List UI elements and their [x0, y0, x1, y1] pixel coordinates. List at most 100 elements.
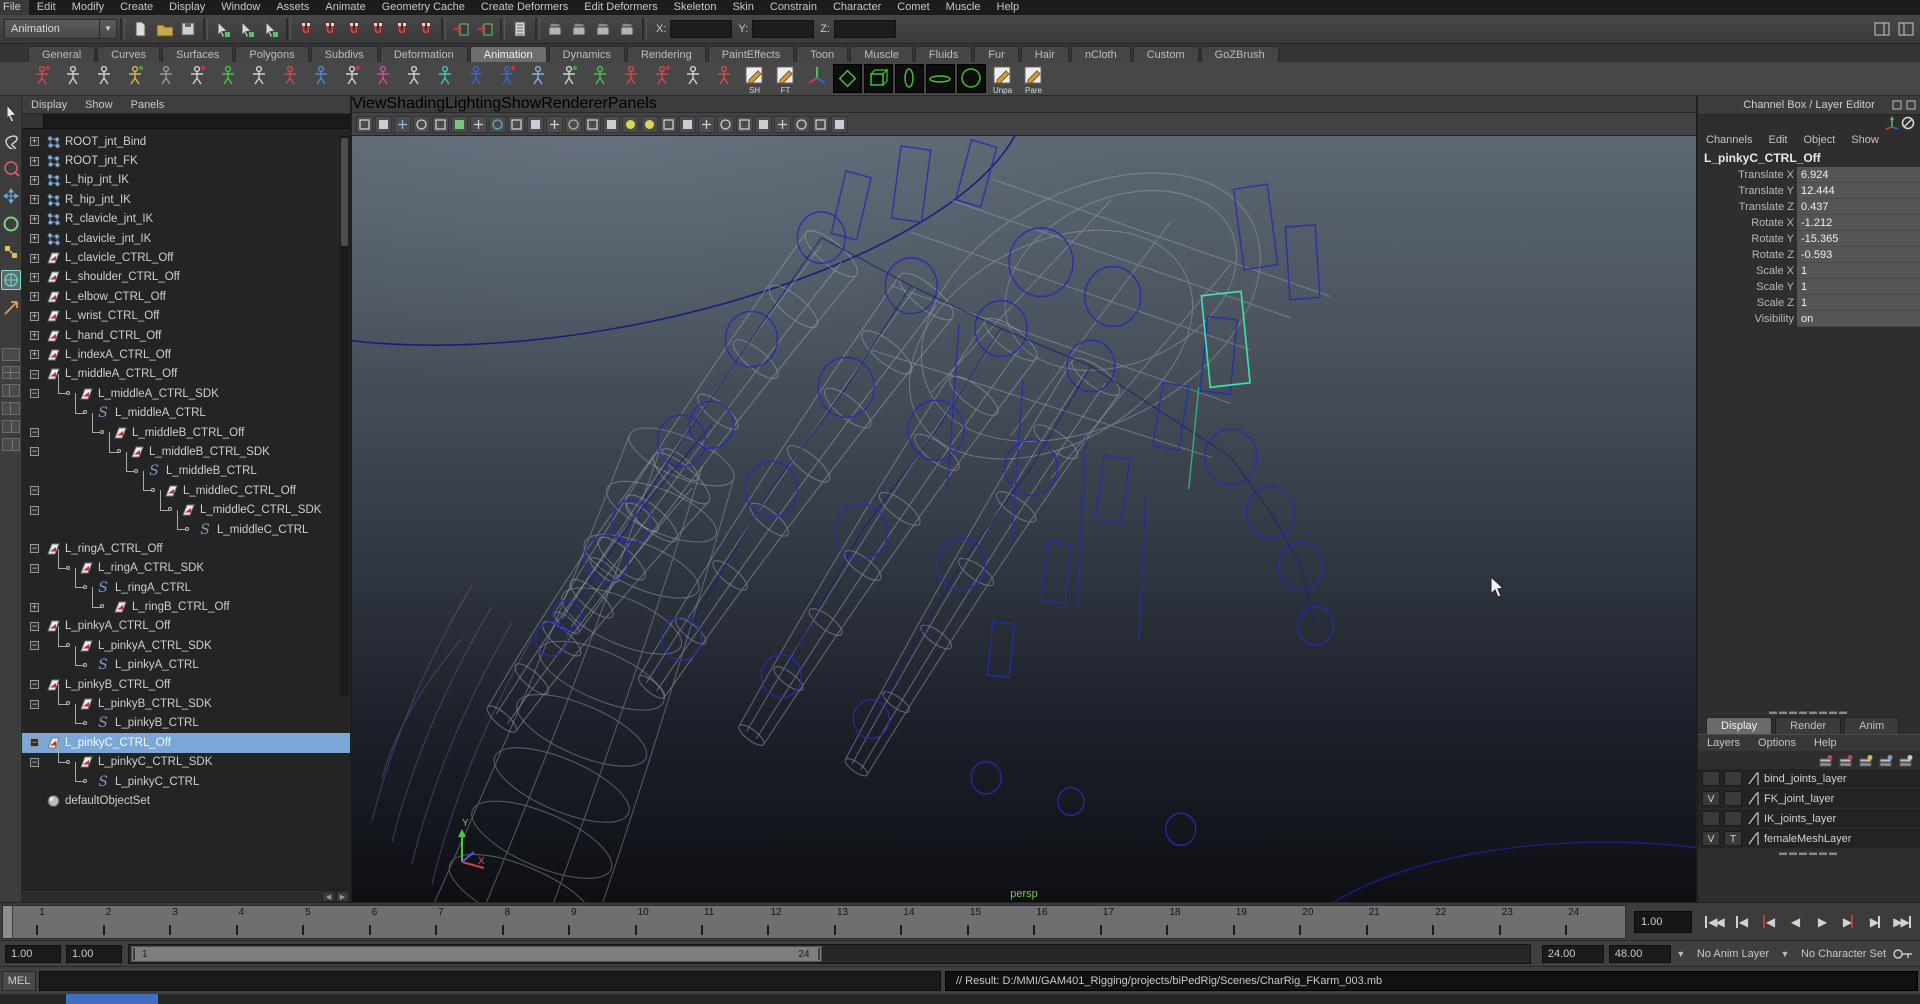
attribute-value[interactable]: -0.593 [1797, 247, 1920, 263]
character-set-dropdown-icon[interactable]: ▼ [1775, 949, 1795, 959]
viewport-canvas[interactable]: persp Y X [352, 136, 1696, 902]
grease-pencil-icon[interactable] [470, 116, 487, 133]
viewport-menu-shading[interactable]: Shading [386, 95, 445, 113]
play-backwards-button[interactable]: ◀ [1781, 909, 1808, 935]
range-slider-bar[interactable]: 1 24 [131, 946, 822, 962]
shelf-item-14[interactable] [429, 63, 460, 96]
outliner-item[interactable]: +R_clavicle_jnt_IK [22, 210, 350, 229]
outliner-item[interactable]: −L_middleC_CTRL_SDK [22, 500, 350, 519]
shelf-item-15[interactable] [460, 63, 491, 96]
output-connections-icon[interactable] [474, 18, 496, 40]
motion-blur-icon[interactable] [698, 116, 715, 133]
scale-tool[interactable] [1, 242, 21, 262]
expand-toggle[interactable]: − [30, 370, 39, 379]
layer-editor-menu-layers[interactable]: Layers [1698, 737, 1749, 749]
lock-camera-icon[interactable] [375, 116, 392, 133]
shelf-tab-custom[interactable]: Custom [1133, 46, 1199, 62]
shelf-item-1[interactable] [26, 63, 57, 96]
outliner-item[interactable]: −L_middleA_CTRL_Off [22, 365, 350, 384]
step-forward-key-button[interactable]: ▶ [1835, 909, 1862, 935]
anim-layer-selector[interactable]: No Anim Layer [1691, 948, 1775, 960]
new-empty-layer-icon[interactable] [1816, 752, 1836, 768]
shelf-item-20[interactable] [615, 63, 646, 96]
outliner-item[interactable]: +L_indexA_CTRL_Off [22, 345, 350, 364]
new-scene-icon[interactable] [129, 18, 151, 40]
shelf-item-21[interactable] [646, 63, 677, 96]
step-back-key-button[interactable]: ◀ [1754, 909, 1781, 935]
layer-visibility-toggle[interactable]: V [1702, 791, 1720, 806]
open-render-view-icon[interactable] [544, 18, 566, 40]
save-scene-icon[interactable] [177, 18, 199, 40]
all-lights-icon[interactable] [641, 116, 658, 133]
scroll-right-icon[interactable]: ▶ [336, 891, 349, 902]
animation-start-field[interactable]: 1.00 [66, 945, 122, 963]
persp-outliner[interactable] [2, 384, 20, 397]
current-time-field[interactable]: 1.00 [1634, 911, 1692, 933]
show-sidebar-icon[interactable] [1871, 18, 1893, 40]
shelf-item-8[interactable] [243, 63, 274, 96]
film-gate-icon[interactable] [508, 116, 525, 133]
outliner-item[interactable]: −SL_pinkyA_CTRL [22, 656, 350, 675]
shelf-tab-general[interactable]: General [28, 46, 95, 62]
new-layer-from-selected-icon[interactable] [1836, 752, 1856, 768]
rotate-tool[interactable] [1, 214, 21, 234]
viewport-menu-show[interactable]: Show [501, 95, 541, 113]
layer-playback-toggle[interactable] [1724, 771, 1742, 786]
wireframe-icon[interactable] [736, 116, 753, 133]
viewport-menu-renderer[interactable]: Renderer [541, 95, 608, 113]
shelf-item-10[interactable] [305, 63, 336, 96]
xray-icon[interactable] [812, 116, 829, 133]
layer-editor-tab-render[interactable]: Render [1775, 717, 1841, 734]
menu-set-value[interactable]: Animation [4, 19, 100, 39]
menu-comet[interactable]: Comet [889, 0, 937, 15]
render-current-frame-icon[interactable] [568, 18, 590, 40]
scroll-left-icon[interactable]: ◀ [322, 891, 335, 902]
expand-toggle[interactable]: − [30, 738, 39, 747]
x-coord-input[interactable] [670, 20, 732, 38]
outliner-item[interactable]: −L_middleC_CTRL_Off [22, 481, 350, 500]
attribute-value[interactable]: 1 [1797, 263, 1920, 279]
outliner-item[interactable]: −SL_pinkyB_CTRL [22, 714, 350, 733]
attribute-value[interactable]: -15.365 [1797, 231, 1920, 247]
outliner-item[interactable]: +L_clavicle_CTRL_Off [22, 248, 350, 267]
layer-color-swatch[interactable] [1748, 811, 1762, 826]
outliner-item[interactable]: +ROOT_jnt_FK [22, 151, 350, 170]
shelf-tab-hair[interactable]: Hair [1021, 46, 1069, 62]
outliner-item[interactable]: −L_pinkyA_CTRL_SDK [22, 636, 350, 655]
menu-create-deformers[interactable]: Create Deformers [473, 0, 576, 15]
expand-toggle[interactable]: − [30, 447, 39, 456]
menu-display[interactable]: Display [161, 0, 213, 15]
outliner-item[interactable]: +L_hip_jnt_IK [22, 171, 350, 190]
play-forwards-button[interactable]: ▶ [1808, 909, 1835, 935]
attribute-value[interactable]: 1 [1797, 295, 1920, 311]
outliner-item[interactable]: −L_pinkyC_CTRL_Off [22, 733, 350, 752]
shelf-tab-fluids[interactable]: Fluids [915, 46, 972, 62]
outliner-search-field[interactable] [22, 114, 350, 129]
shelf-item-6[interactable] [181, 63, 212, 96]
multisample-icon[interactable] [717, 116, 734, 133]
light-layer-icon[interactable] [1856, 752, 1876, 768]
outliner-vscrollbar[interactable] [340, 136, 349, 696]
layer-editor-menu-help[interactable]: Help [1805, 737, 1846, 749]
shelf-item-19[interactable] [584, 63, 615, 96]
move-tool[interactable] [1, 186, 21, 206]
expand-toggle[interactable]: + [30, 312, 39, 321]
shelf-item-axis[interactable] [801, 63, 832, 96]
expand-toggle[interactable]: − [30, 564, 39, 573]
ipr-render-icon[interactable] [592, 18, 614, 40]
render-settings-icon[interactable] [616, 18, 638, 40]
outliner-item[interactable]: −L_ringA_CTRL_SDK [22, 559, 350, 578]
outliner-menu-panels[interactable]: Panels [122, 96, 174, 114]
paint-select-tool[interactable] [1, 158, 21, 178]
layer-editor-tab-display[interactable]: Display [1706, 717, 1772, 734]
expand-toggle[interactable]: + [30, 292, 39, 301]
gate-mask-icon[interactable] [546, 116, 563, 133]
snap-to-projected-center-icon[interactable] [367, 18, 389, 40]
viewport-menu-view[interactable]: View [352, 95, 386, 113]
isolate-icon[interactable] [793, 116, 810, 133]
layer-color-swatch[interactable] [1748, 771, 1762, 786]
attribute-value[interactable]: 6.924 [1797, 167, 1920, 183]
expand-toggle[interactable]: − [30, 622, 39, 631]
outliner-item[interactable]: −L_pinkyA_CTRL_Off [22, 617, 350, 636]
expand-toggle[interactable]: − [30, 506, 39, 515]
